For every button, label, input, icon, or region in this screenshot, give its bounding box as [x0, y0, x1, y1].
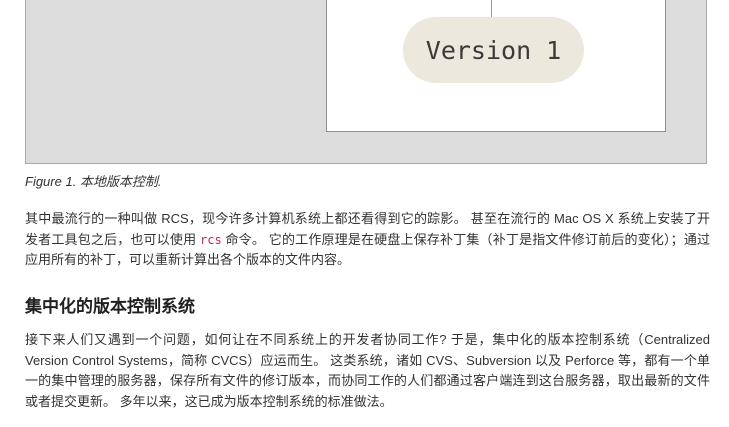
rcs-code: rcs [200, 232, 222, 247]
connector-line [491, 0, 492, 17]
paragraph-cvcs: 接下来人们又遇到一个问题，如何让在不同系统上的开发者协同工作? 于是，集中化的版… [25, 332, 710, 409]
version-1-label: Version 1 [425, 35, 562, 65]
version-1-node: Version 1 [403, 17, 584, 83]
local-computer-panel: Version 1 [326, 0, 666, 132]
figure-diagram: Version 1 [25, 0, 707, 164]
figure-caption: Figure 1. 本地版本控制. [25, 174, 162, 189]
paragraph-rcs: 其中最流行的一种叫做 RCS，现今许多计算机系统上都还看得到它的踪影。 甚至在流… [25, 209, 710, 271]
section-heading: 集中化的版本控制系统 [25, 297, 195, 316]
